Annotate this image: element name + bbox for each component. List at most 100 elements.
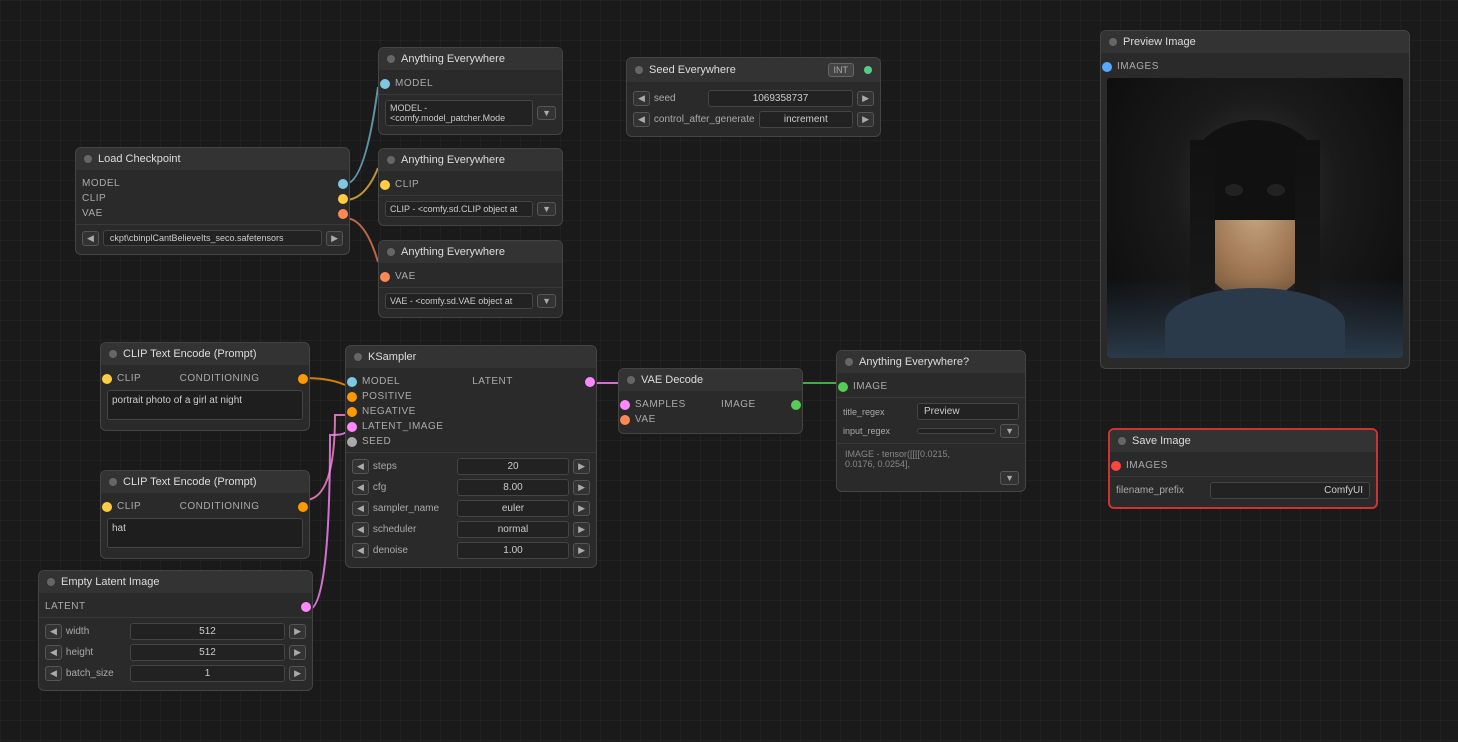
node-title-label: Empty Latent Image <box>61 576 159 588</box>
clip-out-dot <box>338 194 348 204</box>
node-status-dot <box>387 248 395 256</box>
height-row[interactable]: ◀ height 512 ▶ <box>39 642 312 663</box>
height-label: height <box>66 647 126 658</box>
conditioning-out-dot <box>298 374 308 384</box>
port-latent-out: LATENT <box>39 599 312 614</box>
node-title-label: Anything Everywhere? <box>859 356 969 368</box>
model-select-row[interactable]: MODEL - <comfy.model_patcher.Mode ▼ <box>379 98 562 128</box>
filename-prefix-label: filename_prefix <box>1116 485 1206 496</box>
port-clip-in: clip CONDITIONING <box>101 371 309 386</box>
negative-prompt-text[interactable]: hat <box>107 518 303 548</box>
control-after-generate-row[interactable]: ◀ control_after_generate increment ▶ <box>627 109 880 130</box>
denoise-label: denoise <box>373 545 453 556</box>
port-seed-in: seed <box>346 434 596 449</box>
control-label: control_after_generate <box>654 114 755 125</box>
model-out-dot <box>338 179 348 189</box>
node-status-dot <box>635 66 643 74</box>
checkpoint-select-row[interactable]: ◀ ckpt\cbinplCantBelieveIts_seco.safeten… <box>76 228 349 248</box>
int-dot <box>864 66 872 74</box>
title-regex-row[interactable]: title_regex Preview <box>837 401 1025 422</box>
node-title-label: Save Image <box>1132 435 1191 447</box>
images-in-dot <box>1102 62 1112 72</box>
clip-in-dot <box>102 502 112 512</box>
vae-select-row[interactable]: VAE - <comfy.sd.VAE object at ▼ <box>379 291 562 311</box>
sampler-row[interactable]: ◀ sampler_name euler ▶ <box>346 498 596 519</box>
clip-port-dot <box>380 180 390 190</box>
port-samples-in: samples IMAGE <box>619 397 802 412</box>
vae-decode-node: VAE Decode samples IMAGE vae <box>618 368 803 434</box>
cfg-label: cfg <box>373 482 453 493</box>
anything-everywhere-q-node: Anything Everywhere? IMAGE title_regex P… <box>836 350 1026 492</box>
input-regex-label: input_regex <box>843 426 913 436</box>
port-images-in: images <box>1110 458 1376 473</box>
node-title-label: VAE Decode <box>641 374 703 386</box>
width-label: width <box>66 626 126 637</box>
node-title-label: CLIP Text Encode (Prompt) <box>123 348 257 360</box>
port-vae-in: vae <box>619 412 802 427</box>
node-title-label: Load Checkpoint <box>98 153 181 165</box>
node-title: Anything Everywhere <box>379 149 562 171</box>
image-in-dot <box>838 382 848 392</box>
empty-latent-node: Empty Latent Image LATENT ◀ width 512 ▶ … <box>38 570 313 691</box>
node-title-label: CLIP Text Encode (Prompt) <box>123 476 257 488</box>
anything-everywhere-2-node: Anything Everywhere CLIP CLIP - <comfy.s… <box>378 148 563 226</box>
load-checkpoint-node: Load Checkpoint MODEL CLIP VAE ◀ ckpt\cb… <box>75 147 350 255</box>
denoise-row[interactable]: ◀ denoise 1.00 ▶ <box>346 540 596 561</box>
vae-in-dot <box>620 415 630 425</box>
batch-size-row[interactable]: ◀ batch_size 1 ▶ <box>39 663 312 684</box>
node-status-dot <box>845 358 853 366</box>
scheduler-row[interactable]: ◀ scheduler normal ▶ <box>346 519 596 540</box>
node-title: Seed Everywhere INT <box>627 58 880 82</box>
width-row[interactable]: ◀ width 512 ▶ <box>39 621 312 642</box>
preview-image-title: Preview Image <box>1101 31 1409 53</box>
node-status-dot <box>84 155 92 163</box>
anything-everywhere-3-node: Anything Everywhere VAE VAE - <comfy.sd.… <box>378 240 563 318</box>
steps-row[interactable]: ◀ steps 20 ▶ <box>346 456 596 477</box>
filename-prefix-row[interactable]: filename_prefix ComfyUI <box>1110 480 1376 501</box>
node-status-dot <box>354 353 362 361</box>
clip-in-dot <box>102 374 112 384</box>
image-out-dot <box>791 400 801 410</box>
node-title-label: Seed Everywhere <box>649 64 736 76</box>
seed-everywhere-node: Seed Everywhere INT ◀ seed 1069358737 ▶ … <box>626 57 881 137</box>
vae-out-dot <box>338 209 348 219</box>
clip-text-2-node: CLIP Text Encode (Prompt) clip CONDITION… <box>100 470 310 559</box>
node-title-label: KSampler <box>368 351 416 363</box>
anything-everywhere-1-node: Anything Everywhere MODEL MODEL - <comfy… <box>378 47 563 135</box>
scroll-btn[interactable]: ▼ <box>1000 471 1019 485</box>
model-in-dot <box>347 377 357 387</box>
clip-select-row[interactable]: CLIP - <comfy.sd.CLIP object at ▼ <box>379 199 562 219</box>
port-negative-in: negative <box>346 404 596 419</box>
cfg-row[interactable]: ◀ cfg 8.00 ▶ <box>346 477 596 498</box>
node-status-dot <box>387 55 395 63</box>
negative-in-dot <box>347 407 357 417</box>
input-regex-row[interactable]: input_regex ▼ <box>837 422 1025 440</box>
scheduler-label: scheduler <box>373 524 453 535</box>
conditioning-out-dot <box>298 502 308 512</box>
seed-field-row[interactable]: ◀ seed 1069358737 ▶ <box>627 88 880 109</box>
prompt-text[interactable]: portrait photo of a girl at night <box>107 390 303 420</box>
node-title: Empty Latent Image <box>39 571 312 593</box>
port-clip-in: clip CONDITIONING <box>101 499 309 514</box>
steps-label: steps <box>373 461 453 472</box>
model-port-dot <box>380 79 390 89</box>
latent-out-dot <box>301 602 311 612</box>
port-vae-out: VAE <box>379 269 562 284</box>
node-title-label: Anything Everywhere <box>401 53 505 65</box>
images-in-dot <box>1111 461 1121 471</box>
node-title: CLIP Text Encode (Prompt) <box>101 471 309 493</box>
node-status-dot <box>109 350 117 358</box>
title-regex-label: title_regex <box>843 407 913 417</box>
preview-image-container <box>1107 78 1403 358</box>
node-title: KSampler <box>346 346 596 368</box>
port-model-out: MODEL <box>379 76 562 91</box>
port-latent-in: latent_image <box>346 419 596 434</box>
preview-image-node: Preview Image images <box>1100 30 1410 369</box>
node-title: Load Checkpoint <box>76 148 349 170</box>
node-title-label: Anything Everywhere <box>401 246 505 258</box>
seed-in-dot <box>347 437 357 447</box>
port-images-in: images <box>1101 59 1409 74</box>
sampler-label: sampler_name <box>373 503 453 514</box>
batch-size-label: batch_size <box>66 668 126 679</box>
node-title: Anything Everywhere <box>379 48 562 70</box>
